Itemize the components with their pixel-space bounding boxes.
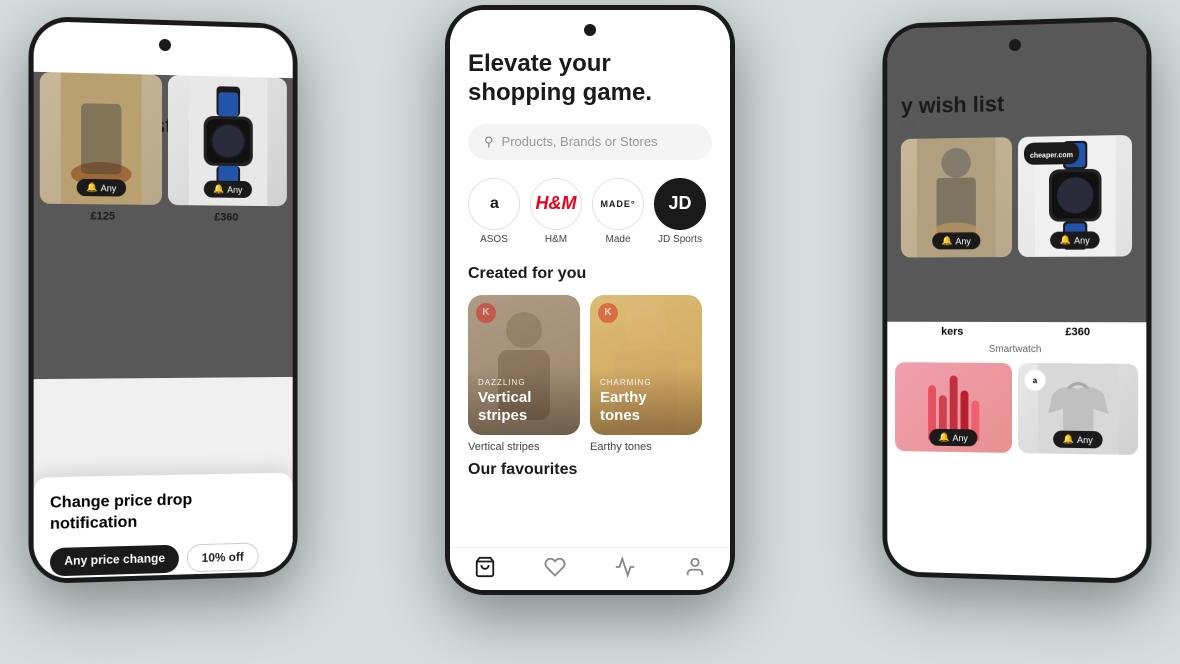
brand-made[interactable]: MADE° Made — [592, 178, 644, 245]
right-product-names: Smartwatch — [887, 341, 1146, 357]
any-badge-shoe[interactable]: 🔔 Any — [76, 179, 126, 197]
right-wishlist-section: y wish list ms 🔔 — [887, 21, 1146, 322]
any-badge-right-shoe[interactable]: 🔔 Any — [932, 232, 981, 249]
left-phone: ← My wish list 4 items — [29, 16, 298, 584]
price-left: £125 — [90, 210, 115, 222]
jd-logo: JD — [668, 193, 691, 214]
right-screen: y wish list ms 🔔 — [887, 21, 1146, 579]
section-favourites: Our favourites — [468, 461, 712, 479]
brand-label-made: Made — [605, 234, 630, 245]
right-price-shoe: kers — [941, 326, 963, 338]
chart-icon — [614, 556, 636, 578]
right-product-shoe[interactable]: 🔔 Any — [901, 137, 1012, 257]
bell-icon-watch: 🔔 — [213, 184, 224, 195]
punch-hole-left — [159, 39, 171, 51]
right-product-name-watch: Smartwatch — [989, 344, 1042, 355]
collection-earthy[interactable]: K CHARMING Earthytones — [590, 295, 702, 453]
collection-text-1: DAZZLING Verticalstripes — [468, 368, 580, 435]
collection-card-2[interactable]: K CHARMING Earthytones — [590, 295, 702, 435]
collection-label-2: Earthy tones — [590, 441, 702, 453]
collection-label-1: Vertical stripes — [468, 441, 580, 453]
bell-icon-right-shoe: 🔔 — [942, 235, 953, 246]
brand-circle-made: MADE° — [592, 178, 644, 230]
left-screen: ← My wish list 4 items — [34, 72, 293, 579]
collection-name-1: Verticalstripes — [478, 389, 570, 425]
any-badge-watch[interactable]: 🔔 Any — [203, 181, 252, 198]
collection-text-2: CHARMING Earthytones — [590, 368, 702, 435]
center-phone: Elevate your shopping game. ⚲ Products, … — [445, 5, 735, 595]
search-placeholder: Products, Brands or Stores — [502, 134, 658, 149]
asos-badge-right: a — [1024, 369, 1046, 391]
nav-bag[interactable] — [474, 556, 496, 578]
our-favourites-section: Our favourites — [450, 453, 730, 551]
right-phone: y wish list ms 🔔 — [882, 16, 1151, 584]
bottom-nav — [450, 547, 730, 590]
punch-hole-center — [584, 24, 596, 36]
nav-person[interactable] — [684, 556, 706, 578]
nav-heart[interactable] — [544, 556, 566, 578]
notification-options: Any price change 10% off 25% off 50% off — [50, 542, 277, 579]
collections-row: K DAZZLING Verticalstripes — [468, 295, 712, 453]
heart-icon — [544, 556, 566, 578]
any-badge-right-watch[interactable]: 🔔 Any — [1050, 231, 1100, 248]
option-any-price[interactable]: Any price change — [50, 545, 179, 577]
asos-logo: a — [490, 195, 498, 213]
brands-row: a ASOS H&M H&M MADE° — [468, 178, 712, 245]
center-content: Elevate your shopping game. ⚲ Products, … — [450, 10, 730, 453]
right-product-watch[interactable]: cheaper.com — [1018, 135, 1132, 257]
any-badge-brushes[interactable]: 🔔 Any — [929, 429, 978, 447]
any-badge-sweater[interactable]: 🔔 Any — [1053, 431, 1103, 449]
center-screen: Elevate your shopping game. ⚲ Products, … — [450, 10, 730, 590]
search-icon: ⚲ — [484, 134, 494, 150]
brand-label-jd: JD Sports — [658, 234, 702, 245]
nav-chart[interactable] — [614, 556, 636, 578]
bag-icon — [474, 556, 496, 578]
hero-title: Elevate your shopping game. — [468, 50, 712, 108]
right-card-brushes[interactable]: 🔔 Any — [895, 362, 1012, 453]
product-card-watch[interactable]: 🔔 Any — [168, 75, 287, 206]
brand-asos[interactable]: a ASOS — [468, 178, 520, 245]
collection-card-1[interactable]: K DAZZLING Verticalstripes — [468, 295, 580, 435]
bell-icon: 🔔 — [86, 182, 97, 193]
collection-name-2: Earthytones — [600, 389, 692, 425]
cheaper-badge: cheaper.com — [1030, 152, 1073, 160]
option-10off[interactable]: 10% off — [187, 542, 258, 572]
price-right: £360 — [214, 211, 238, 223]
person-icon — [684, 556, 706, 578]
right-card-sweater[interactable]: a 🔔 Any — [1018, 363, 1138, 455]
product-card-shoe[interactable]: 🔔 Any — [40, 72, 162, 205]
bell-icon-brushes: 🔔 — [939, 432, 950, 443]
bell-icon-right-watch: 🔔 — [1060, 235, 1071, 246]
brand-circle-hm: H&M — [530, 178, 582, 230]
brand-circle-jd: JD — [654, 178, 706, 230]
right-price-watch: £360 — [1065, 326, 1090, 338]
collection-subtitle-1: DAZZLING — [478, 378, 570, 387]
notification-title: Change price drop notification — [50, 489, 277, 536]
collection-vertical[interactable]: K DAZZLING Verticalstripes — [468, 295, 580, 453]
brand-circle-asos: a — [468, 178, 520, 230]
notification-panel: Change price drop notification Any price… — [34, 473, 293, 579]
left-screen-top: ← My wish list 4 items — [34, 72, 293, 379]
hm-logo: H&M — [536, 193, 577, 214]
brand-label-asos: ASOS — [480, 234, 508, 245]
right-prices: kers £360 — [887, 322, 1146, 343]
search-bar[interactable]: ⚲ Products, Brands or Stores — [468, 124, 712, 160]
brand-label-hm: H&M — [545, 234, 567, 245]
brand-jd[interactable]: JD JD Sports — [654, 178, 706, 245]
made-logo: MADE° — [600, 199, 635, 209]
bell-icon-sweater: 🔔 — [1063, 434, 1074, 445]
section-created: Created for you — [468, 265, 712, 283]
right-second-row: 🔔 Any a 🔔 Any — [887, 356, 1146, 461]
brand-hm[interactable]: H&M H&M — [530, 178, 582, 245]
collection-subtitle-2: CHARMING — [600, 378, 692, 387]
